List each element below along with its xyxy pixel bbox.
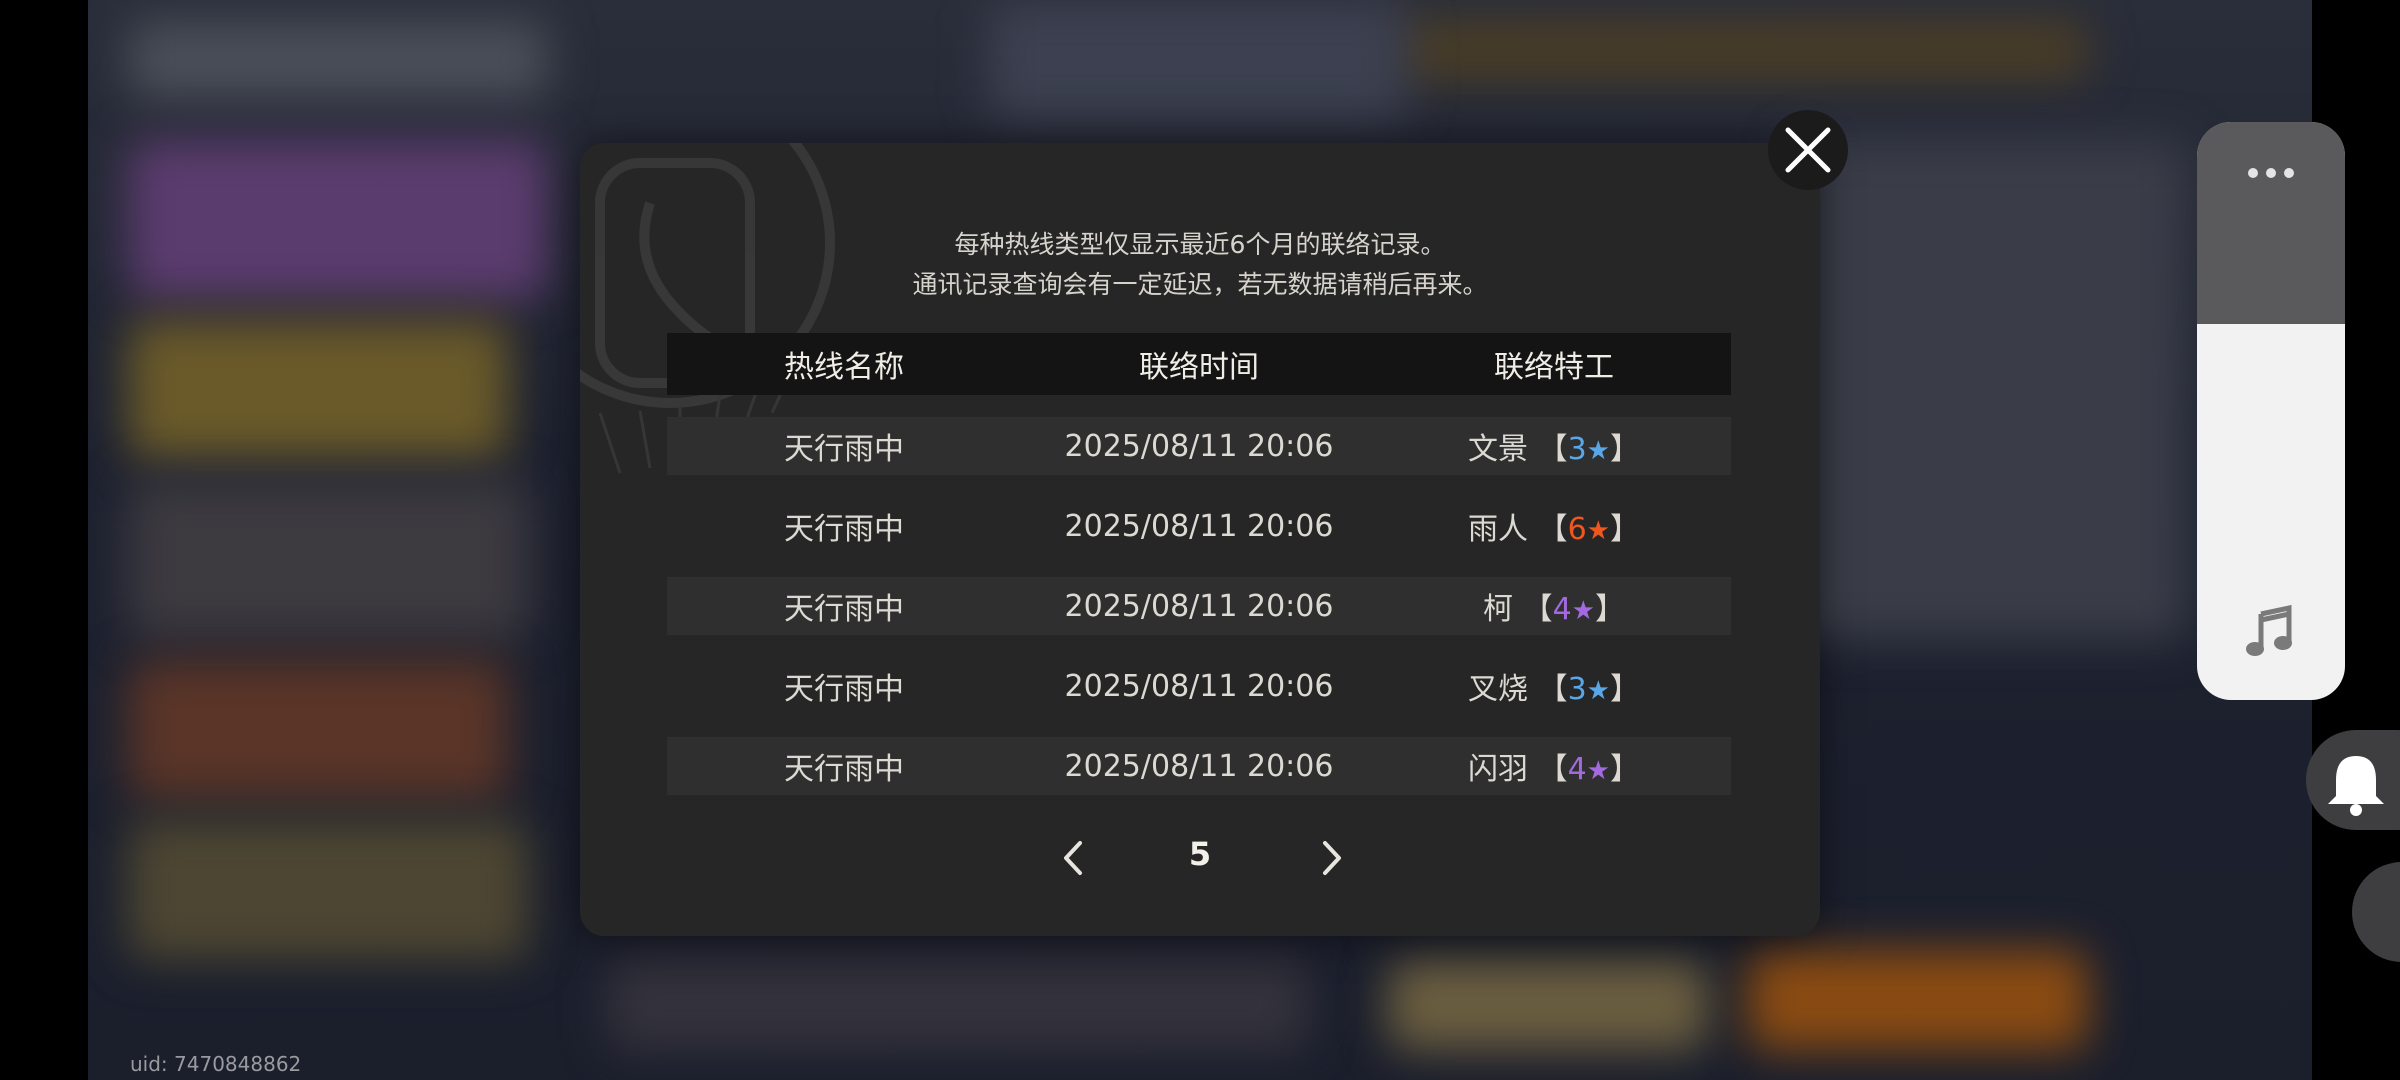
notice-text-line2: 通讯记录查询会有一定延迟，若无数据请稍后再来。 [912, 270, 1488, 299]
agent-cell: 闪羽 【4★】 [1377, 744, 1731, 788]
hotline-name-cell: 天行雨中 [784, 592, 904, 627]
contact-time-cell: 2025/08/11 20:06 [1064, 508, 1334, 544]
notice-text-line1: 每种热线类型仅显示最近6个月的联络记录。 [954, 230, 1446, 259]
agent-cell: 柯 【4★】 [1377, 584, 1731, 628]
table-header: 热线名称 联络时间 联络特工 [667, 333, 1731, 395]
music-note-icon[interactable] [2241, 602, 2301, 662]
game-screen: uid: 7470848862 每种热线类型仅显示最近6个月的联络记录。 通讯记… [0, 0, 2400, 1080]
close-icon [1785, 127, 1831, 173]
bracket-close: 】 [1609, 672, 1640, 707]
bracket-close: 】 [1609, 432, 1640, 467]
contact-time-cell: 2025/08/11 20:06 [1064, 668, 1334, 704]
contact-time-cell: 2025/08/11 20:06 [1064, 748, 1334, 784]
star-icon: ★ [1586, 676, 1610, 706]
floating-round-button[interactable] [2352, 862, 2400, 962]
bracket-open: 【 [1537, 512, 1568, 547]
table-body: 天行雨中 2025/08/11 20:06 文景 【3★】 天行雨中 2025/08/1… [667, 417, 1731, 795]
table-row: 天行雨中 2025/08/11 20:06 柯 【4★】 [667, 577, 1731, 635]
pagination: 5 [580, 833, 1820, 883]
agent-name: 叉烧 [1468, 672, 1529, 707]
contact-time-cell: 2025/08/11 20:06 [1064, 428, 1334, 464]
notification-button[interactable] [2306, 730, 2400, 830]
table-row: 天行雨中 2025/08/11 20:06 雨人 【6★】 [667, 497, 1731, 555]
agent-name: 雨人 [1468, 512, 1529, 547]
bracket-close: 】 [1609, 752, 1640, 787]
table-row: 天行雨中 2025/08/11 20:06 文景 【3★】 [667, 417, 1731, 475]
contact-record-dialog: 每种热线类型仅显示最近6个月的联络记录。 通讯记录查询会有一定延迟，若无数据请稍… [580, 143, 1820, 936]
agent-rank: 4 [1552, 592, 1572, 627]
hotline-name-cell: 天行雨中 [784, 672, 904, 707]
agent-rank: 6 [1567, 512, 1587, 547]
agent-name: 柯 [1483, 592, 1514, 627]
bracket-open: 【 [1522, 592, 1553, 627]
agent-name: 文景 [1468, 432, 1529, 467]
agent-rank: 4 [1567, 752, 1587, 787]
star-icon: ★ [1586, 756, 1610, 786]
table-row: 天行雨中 2025/08/11 20:06 闪羽 【4★】 [667, 737, 1731, 795]
contact-record-table: 热线名称 联络时间 联络特工 天行雨中 2025/08/11 20:06 文景 【3… [667, 333, 1731, 795]
column-header-hotline: 热线名称 [784, 350, 904, 385]
chevron-right-icon[interactable] [1305, 833, 1355, 883]
column-header-agent: 联络特工 [1494, 350, 1614, 385]
bracket-close: 】 [1609, 512, 1640, 547]
floating-side-panel [2197, 122, 2345, 700]
agent-rank: 3 [1567, 672, 1587, 707]
agent-cell: 叉烧 【3★】 [1377, 664, 1731, 708]
bracket-open: 【 [1537, 672, 1568, 707]
star-icon: ★ [1586, 436, 1610, 466]
hotline-name-cell: 天行雨中 [784, 752, 904, 787]
agent-cell: 文景 【3★】 [1377, 424, 1731, 468]
agent-name: 闪羽 [1468, 752, 1529, 787]
bell-icon [2328, 756, 2384, 816]
agent-cell: 雨人 【6★】 [1377, 504, 1731, 548]
table-row: 天行雨中 2025/08/11 20:06 叉烧 【3★】 [667, 657, 1731, 715]
bracket-close: 】 [1594, 592, 1625, 627]
uid-label: uid: 7470848862 [130, 1052, 302, 1076]
more-dots-icon[interactable] [2241, 158, 2301, 188]
hotline-name-cell: 天行雨中 [784, 512, 904, 547]
star-icon: ★ [1586, 516, 1610, 546]
bracket-open: 【 [1537, 432, 1568, 467]
close-button[interactable] [1768, 110, 1848, 190]
chevron-left-icon[interactable] [1050, 833, 1100, 883]
side-panel-header [2197, 122, 2345, 324]
contact-time-cell: 2025/08/11 20:06 [1064, 588, 1334, 624]
star-icon: ★ [1571, 596, 1595, 626]
column-header-time: 联络时间 [1139, 350, 1259, 385]
agent-rank: 3 [1567, 432, 1587, 467]
bracket-open: 【 [1537, 752, 1568, 787]
current-page-number: 5 [1188, 835, 1212, 873]
hotline-name-cell: 天行雨中 [784, 432, 904, 467]
